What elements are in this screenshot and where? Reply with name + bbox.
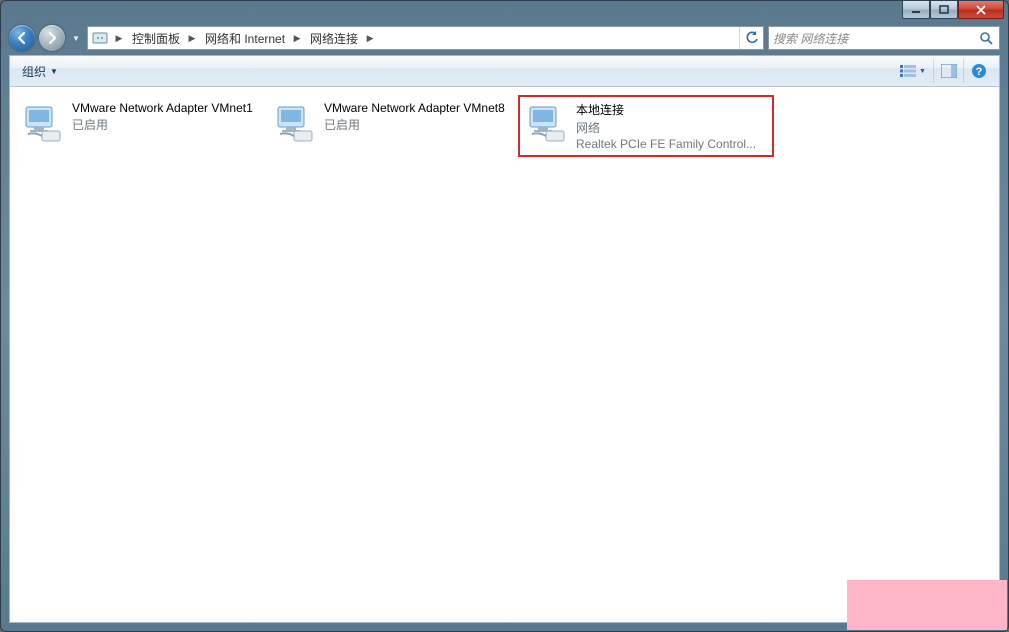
navigation-bar: ▼ ▶ 控制面板 ▶ 网络和 Internet ▶ 网络连接 ▶ 搜索 网络连接 — [9, 21, 1000, 55]
chevron-right-icon[interactable]: ▶ — [112, 27, 126, 49]
preview-pane-button[interactable] — [933, 59, 963, 83]
overlay-annotation — [847, 580, 1007, 630]
control-panel-icon — [88, 30, 112, 46]
network-adapter-icon — [272, 101, 318, 147]
breadcrumb-item-network-internet[interactable]: 网络和 Internet — [199, 27, 290, 49]
chevron-right-icon[interactable]: ▶ — [185, 27, 199, 49]
breadcrumb-item-control-panel[interactable]: 控制面板 — [126, 27, 185, 49]
network-connection-item[interactable]: VMware Network Adapter VMnet8 已启用 — [268, 97, 520, 155]
item-status: 网络 — [576, 119, 756, 136]
breadcrumb-item-network-connections[interactable]: 网络连接 — [304, 27, 363, 49]
address-bar[interactable]: ▶ 控制面板 ▶ 网络和 Internet ▶ 网络连接 ▶ — [87, 26, 764, 50]
close-button[interactable] — [958, 1, 1004, 19]
item-status: 已启用 — [324, 116, 505, 133]
search-icon — [973, 31, 999, 45]
organize-button[interactable]: 组织 ▼ — [10, 63, 68, 80]
item-title: VMware Network Adapter VMnet1 — [72, 101, 253, 115]
network-connection-item[interactable]: VMware Network Adapter VMnet1 已启用 — [16, 97, 268, 155]
forward-button[interactable] — [39, 25, 65, 51]
network-adapter-icon — [20, 101, 66, 147]
chevron-right-icon[interactable]: ▶ — [363, 27, 377, 49]
caption-buttons — [902, 1, 1004, 19]
network-connection-item[interactable]: 本地连接 网络 Realtek PCIe FE Family Control..… — [520, 97, 772, 155]
item-device: Realtek PCIe FE Family Control... — [576, 137, 756, 151]
maximize-button[interactable] — [930, 1, 958, 19]
help-button[interactable]: ? — [963, 59, 993, 83]
toolbar: 组织 ▼ ▼ ? — [9, 55, 1000, 87]
items-view: VMware Network Adapter VMnet1 已启用 — [16, 97, 993, 155]
search-placeholder: 搜索 网络连接 — [769, 30, 973, 47]
view-button[interactable]: ▼ — [893, 59, 933, 83]
explorer-window: ▼ ▶ 控制面板 ▶ 网络和 Internet ▶ 网络连接 ▶ 搜索 网络连接 — [0, 0, 1009, 632]
content-area: VMware Network Adapter VMnet1 已启用 — [9, 87, 1000, 623]
item-status: 已启用 — [72, 116, 253, 133]
recent-pages-dropdown[interactable]: ▼ — [69, 27, 83, 49]
svg-text:?: ? — [975, 66, 982, 78]
chevron-down-icon: ▼ — [50, 67, 58, 76]
titlebar — [1, 1, 1008, 21]
item-title: 本地连接 — [576, 101, 756, 118]
back-button[interactable] — [9, 25, 35, 51]
chevron-right-icon[interactable]: ▶ — [290, 27, 304, 49]
network-adapter-icon — [524, 101, 570, 147]
item-title: VMware Network Adapter VMnet8 — [324, 101, 505, 115]
search-input[interactable]: 搜索 网络连接 — [768, 26, 1000, 50]
minimize-button[interactable] — [902, 1, 930, 19]
chevron-down-icon: ▼ — [919, 68, 926, 75]
refresh-button[interactable] — [739, 27, 763, 49]
